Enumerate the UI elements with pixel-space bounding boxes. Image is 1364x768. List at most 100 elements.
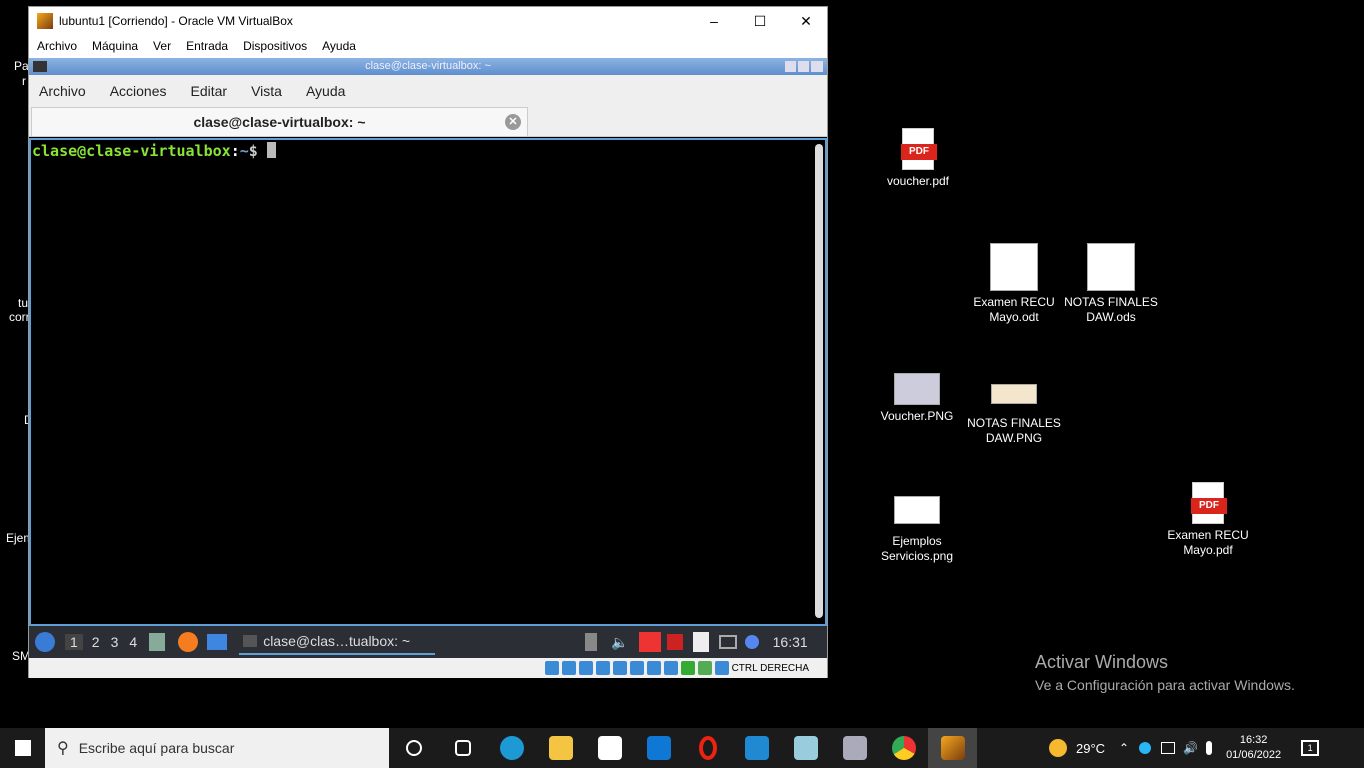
shared-folder-icon[interactable] — [629, 661, 644, 675]
terminal-icon — [33, 61, 47, 72]
activation-title: Activar Windows — [1035, 652, 1169, 672]
anydesk-icon[interactable] — [638, 632, 661, 652]
prompt-path: ~ — [239, 142, 249, 160]
terminal-area[interactable]: clase@clase-virtualbox:~$ — [29, 138, 827, 626]
network-icon[interactable] — [1161, 742, 1176, 754]
firefox-icon[interactable] — [178, 632, 199, 652]
desktop-icon[interactable] — [207, 634, 228, 650]
close-tab-icon[interactable]: ✕ — [505, 114, 521, 130]
desktop-icon-voucher-pdf[interactable]: PDF voucher.pdf — [870, 128, 966, 189]
display-icon[interactable] — [646, 661, 661, 675]
scrollbar[interactable] — [815, 144, 823, 618]
vscode-icon — [744, 736, 769, 760]
app-button[interactable] — [781, 728, 830, 768]
window-controls[interactable] — [785, 61, 823, 72]
vbox-menu-entrada[interactable]: Entrada — [186, 39, 228, 53]
keyboard-icon[interactable] — [714, 661, 729, 675]
term-menu-vista[interactable]: Vista — [251, 83, 282, 99]
terminal-tab[interactable]: clase@clase-virtualbox: ~ ✕ — [31, 107, 528, 136]
prompt-user: clase@clase-virtualbox — [32, 142, 231, 160]
desktop-icon-voucher-png[interactable]: Voucher.PNG — [869, 373, 965, 424]
panel-clock[interactable]: 16:31 — [773, 634, 808, 650]
vbox-menu-ayuda[interactable]: Ayuda — [322, 39, 356, 53]
term-menu-acciones[interactable]: Acciones — [110, 83, 167, 99]
vbox-titlebar: lubuntu1 [Corriendo] - Oracle VM Virtual… — [29, 7, 827, 35]
image-icon — [991, 384, 1037, 404]
task-view-button[interactable] — [438, 728, 487, 768]
term-menu-ayuda[interactable]: Ayuda — [306, 83, 345, 99]
battery-icon[interactable] — [585, 633, 598, 651]
cortana-button[interactable] — [389, 728, 438, 768]
app-button-2[interactable] — [830, 728, 879, 768]
workspace-3[interactable]: 3 — [111, 634, 119, 650]
optical-icon[interactable] — [561, 661, 576, 675]
workspace-1[interactable]: 1 — [65, 634, 83, 650]
chrome-icon — [891, 736, 916, 760]
minimize-button[interactable]: – — [691, 7, 737, 35]
mail-button[interactable] — [634, 728, 683, 768]
recording-icon[interactable] — [663, 661, 678, 675]
term-menu-archivo[interactable]: Archivo — [39, 83, 86, 99]
mail-icon — [646, 736, 671, 760]
cube-icon — [842, 736, 867, 760]
desktop-icon-notas-ods[interactable]: NOTAS FINALES DAW.ods — [1063, 243, 1159, 325]
terminal-menubar: Archivo Acciones Editar Vista Ayuda — [29, 75, 827, 107]
desktop-icon-ejemplos-png[interactable]: Ejemplos Servicios.png — [869, 496, 965, 564]
task-terminal[interactable]: clase@clas…tualbox: ~ — [239, 629, 436, 655]
clock-date: 01/06/2022 — [1226, 749, 1282, 761]
app-icon — [793, 736, 818, 760]
weather-icon[interactable] — [1049, 739, 1067, 757]
vbox-menu-maquina[interactable]: Máquina — [92, 39, 138, 53]
maximize-button[interactable]: ☐ — [737, 7, 783, 35]
clock[interactable]: 16:32 01/06/2022 — [1226, 733, 1281, 763]
volume-icon[interactable]: 🔊 — [1183, 741, 1198, 755]
desktop-fragment: r — [22, 74, 26, 88]
desktop-icon-examen-pdf[interactable]: PDF Examen RECU Mayo.pdf — [1160, 482, 1256, 558]
hdd-icon[interactable] — [544, 661, 559, 675]
virtualbox-button[interactable] — [928, 728, 977, 768]
store-button[interactable] — [585, 728, 634, 768]
start-menu-icon[interactable] — [35, 632, 55, 652]
network-icon[interactable] — [718, 635, 737, 649]
search-box[interactable]: ⚲ Escribe aquí para buscar — [45, 728, 389, 768]
file-explorer-button[interactable] — [536, 728, 585, 768]
workspace-2[interactable]: 2 — [92, 634, 100, 650]
vscode-button[interactable] — [732, 728, 781, 768]
volume-icon[interactable]: 🔈 — [611, 634, 628, 651]
vbox-menu-ver[interactable]: Ver — [153, 39, 171, 53]
vbox-menu-archivo[interactable]: Archivo — [37, 39, 77, 53]
vbox-menu-dispositivos[interactable]: Dispositivos — [243, 39, 307, 53]
update-icon[interactable] — [744, 635, 759, 649]
notifications-icon[interactable]: 1 — [1301, 740, 1320, 756]
weather-temp[interactable]: 29°C — [1076, 741, 1105, 756]
desktop-icon-notas-png[interactable]: NOTAS FINALES DAW.PNG — [966, 384, 1062, 446]
workspace-4[interactable]: 4 — [129, 634, 137, 650]
vbox-statusbar: CTRL DERECHA — [29, 658, 827, 678]
audio-icon[interactable] — [578, 661, 593, 675]
guest-screen[interactable]: clase@clase-virtualbox: ~ Archivo Accion… — [29, 58, 827, 678]
windows-start-button[interactable] — [0, 728, 45, 768]
cpu-icon[interactable] — [680, 661, 695, 675]
icon-label: voucher.pdf — [886, 174, 950, 188]
lxqt-panel: 1 2 3 4 clase@clas…tualbox: ~ 🔈 16:31 — [29, 626, 827, 658]
show-hidden-icons[interactable]: ⌃ — [1119, 741, 1129, 755]
close-button[interactable]: ✕ — [783, 7, 829, 35]
clipboard-icon[interactable] — [692, 632, 709, 652]
search-icon: ⚲ — [57, 740, 69, 757]
tray-icon[interactable] — [1139, 742, 1152, 754]
opera-button[interactable] — [683, 728, 732, 768]
file-manager-icon[interactable] — [149, 633, 166, 651]
desktop-icon-examen-odt[interactable]: Examen RECU Mayo.odt — [966, 243, 1062, 325]
vbox-title: lubuntu1 [Corriendo] - Oracle VM Virtual… — [59, 14, 293, 28]
edge-button[interactable] — [487, 728, 536, 768]
spreadsheet-icon — [1087, 243, 1135, 291]
task-label: clase@clas…tualbox: ~ — [263, 633, 411, 649]
pdf-file-icon: PDF — [1191, 482, 1227, 524]
microphone-icon[interactable] — [1206, 741, 1213, 755]
mouse-integration-icon[interactable] — [697, 661, 712, 675]
chrome-button[interactable] — [879, 728, 928, 768]
tray-app-icon[interactable] — [666, 634, 683, 650]
network-icon[interactable] — [595, 661, 610, 675]
term-menu-editar[interactable]: Editar — [191, 83, 228, 99]
usb-icon[interactable] — [612, 661, 627, 675]
